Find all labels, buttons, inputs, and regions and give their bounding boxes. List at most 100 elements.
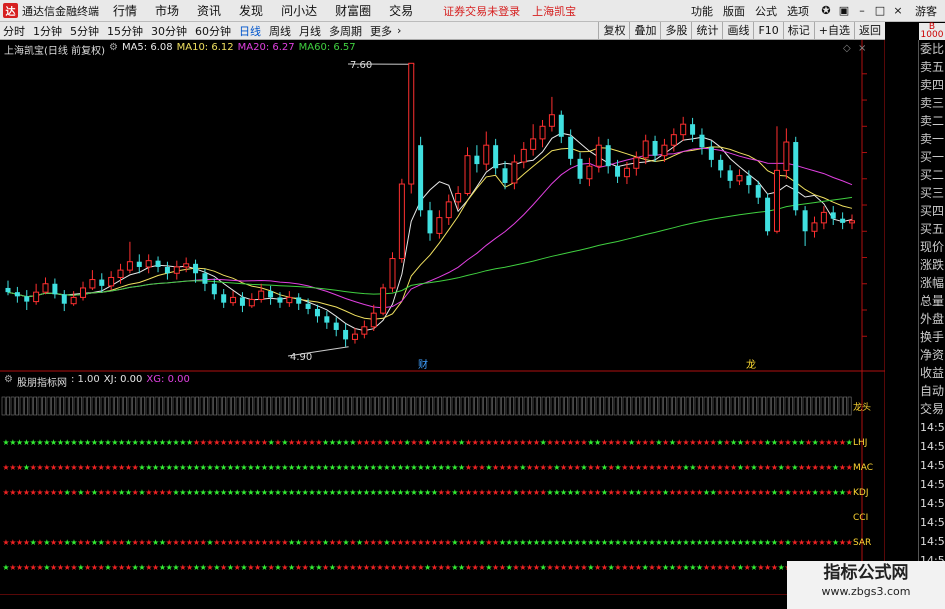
quote-field-label: 净资: [920, 348, 945, 362]
dragon-head-box: [397, 396, 402, 416]
dragon-head-box: [339, 396, 344, 416]
menu-quotes[interactable]: 行情: [113, 2, 137, 19]
candle-body: [464, 155, 471, 194]
period-timeshare[interactable]: 分时: [0, 23, 28, 39]
adjust-button[interactable]: 复权: [598, 21, 629, 40]
theme-icon[interactable]: ✪: [819, 4, 833, 17]
indicator-settings-icon[interactable]: ⚙: [4, 374, 13, 389]
quote-field-label: 现价: [920, 240, 945, 254]
dragon-head-box: [532, 396, 537, 416]
period-30min[interactable]: 30分钟: [148, 23, 190, 39]
candle-body: [155, 260, 161, 267]
dragon-head-box: [127, 396, 132, 416]
candle-body: [314, 308, 320, 317]
period-multi[interactable]: 多周期: [326, 23, 365, 39]
mark-button[interactable]: 标记: [782, 21, 814, 40]
dragon-head-box: [451, 396, 456, 416]
ma5-label: MA5: 6.08: [121, 42, 173, 53]
period-more[interactable]: 更多: [367, 23, 395, 39]
dragon-head-box: [811, 396, 816, 416]
toolbar-right: 复权 叠加 多股 统计 画线 F10 标记 +自选 返回: [598, 21, 885, 40]
chevron-right-icon[interactable]: ›: [397, 24, 401, 37]
dragon-head-box: [118, 396, 123, 416]
candle-body: [389, 258, 396, 289]
kline-chart[interactable]: 7.507.257.006.756.506.256.005.755.505.25…: [0, 40, 885, 595]
quote-field-label[interactable]: 交易: [919, 400, 945, 418]
period-daily[interactable]: 日线: [236, 23, 264, 39]
candle-body: [511, 161, 518, 184]
signal-star: ★: [846, 463, 853, 472]
dragon-head-box: [123, 396, 128, 416]
dragon-head-box: [159, 396, 164, 416]
dragon-head-box: [393, 396, 398, 416]
multi-stock-button[interactable]: 多股: [660, 21, 691, 40]
menu-discover[interactable]: 发现: [239, 2, 263, 19]
dragon-head-box: [447, 396, 452, 416]
quote-field-label: 卖四: [920, 78, 945, 92]
login-alert[interactable]: 证券交易未登录: [443, 3, 520, 19]
candle-body: [793, 142, 799, 211]
dragon-head-box: [163, 396, 168, 416]
candle-body: [361, 326, 368, 335]
candle-body: [539, 125, 546, 140]
dragon-head-box: [465, 396, 470, 416]
period-weekly[interactable]: 周线: [266, 23, 294, 39]
candle-body: [642, 140, 649, 159]
indicator-title: 股朋指标网: [16, 378, 67, 389]
dragon-head-box: [105, 396, 110, 416]
maximize-icon[interactable]: □: [873, 4, 887, 17]
menu-trade[interactable]: 交易: [389, 2, 413, 19]
menu-layout[interactable]: 版面: [723, 3, 745, 19]
menu-formula[interactable]: 公式: [755, 3, 777, 19]
quote-field-label: 买五: [920, 222, 945, 236]
period-60min[interactable]: 60分钟: [192, 23, 234, 39]
dragon-head-box: [757, 396, 762, 416]
strip-label: CCI: [853, 513, 868, 523]
strip-label: MAC: [853, 463, 873, 473]
candle-body: [802, 210, 808, 232]
candle-body: [840, 218, 846, 223]
dragon-head-box: [703, 396, 708, 416]
minimize-icon[interactable]: –: [855, 4, 869, 17]
overlay-button[interactable]: 叠加: [629, 21, 660, 40]
back-button[interactable]: 返回: [854, 21, 885, 40]
menu-market[interactable]: 市场: [155, 2, 179, 19]
menu-news[interactable]: 资讯: [197, 2, 221, 19]
dragon-head-box: [505, 396, 510, 416]
right-menu: 功能 版面 公式 选项 ✪ ▣ – □ × 游客: [691, 3, 945, 19]
candle-body: [755, 185, 761, 198]
close-icon[interactable]: ×: [891, 4, 905, 17]
add-watchlist-button[interactable]: +自选: [813, 21, 854, 40]
period-15min[interactable]: 15分钟: [104, 23, 146, 39]
dragon-head-box: [753, 396, 758, 416]
trade-time: 14:56: [920, 459, 945, 472]
dragon-head-box: [172, 396, 177, 416]
restore-icon[interactable]: ▣: [837, 4, 851, 17]
period-1min[interactable]: 1分钟: [30, 23, 65, 39]
period-monthly[interactable]: 月线: [296, 23, 324, 39]
quote-field-label: 买四: [920, 204, 945, 218]
dragon-head-box: [541, 396, 546, 416]
quote-field-label[interactable]: 自动: [919, 382, 945, 400]
draw-button[interactable]: 画线: [722, 21, 753, 40]
menu-wealth[interactable]: 财富圈: [335, 2, 371, 19]
stats-button[interactable]: 统计: [691, 21, 722, 40]
dragon-head-box: [730, 396, 735, 416]
period-5min[interactable]: 5分钟: [67, 23, 102, 39]
guest-label[interactable]: 游客: [915, 3, 937, 19]
menu-options[interactable]: 选项: [787, 3, 809, 19]
quote-field-label: 卖二: [920, 114, 945, 128]
signal-star: ★: [846, 438, 853, 447]
dragon-head-box: [91, 396, 96, 416]
menu-function[interactable]: 功能: [691, 3, 713, 19]
dragon-head-box: [298, 396, 303, 416]
candle-body: [398, 183, 405, 260]
dragon-head-box: [478, 396, 483, 416]
dragon-head-box: [55, 396, 60, 416]
settings-icon[interactable]: ⚙: [109, 42, 118, 57]
ma60-label: MA60: 6.57: [298, 42, 356, 53]
dragon-head-box: [213, 396, 218, 416]
menu-ask[interactable]: 问小达: [281, 2, 317, 19]
f10-button[interactable]: F10: [753, 21, 782, 40]
candle-body: [126, 261, 133, 271]
